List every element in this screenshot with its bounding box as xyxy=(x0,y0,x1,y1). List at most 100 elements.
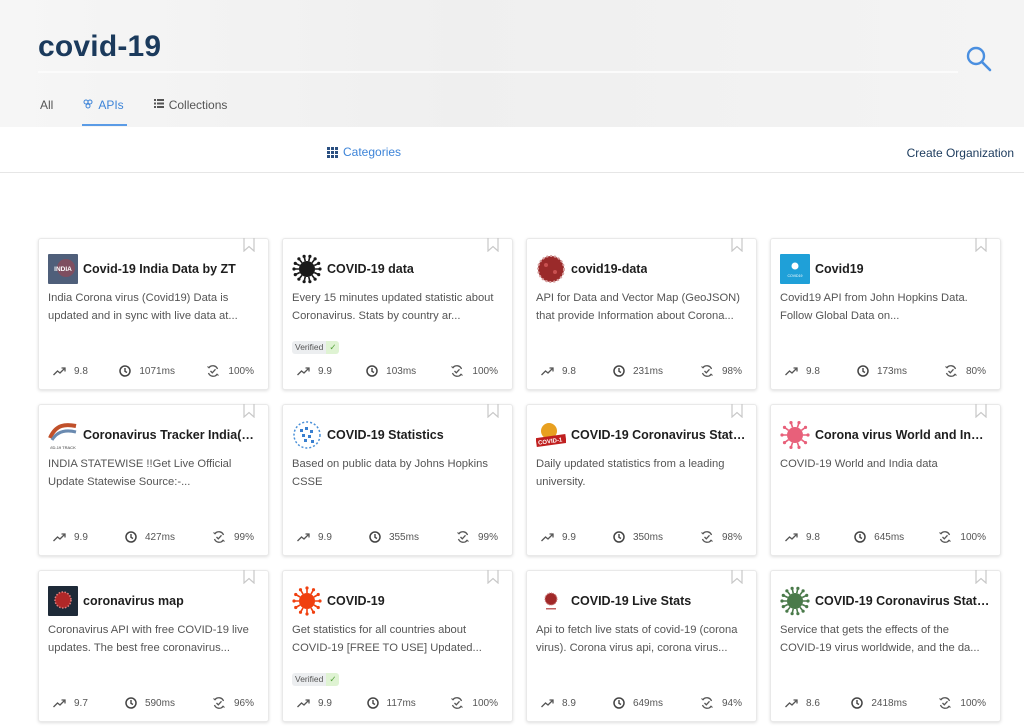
create-organization-link[interactable]: Create Organization xyxy=(907,146,1014,160)
api-description: API for Data and Vector Map (GeoJSON) th… xyxy=(536,292,740,322)
trending-up-icon xyxy=(53,532,66,541)
success-check-icon xyxy=(701,365,713,377)
dark-map-logo xyxy=(48,586,78,616)
api-title: Coronavirus Tracker India(Co... xyxy=(83,428,258,442)
bookmark-icon[interactable] xyxy=(487,404,499,419)
bookmark-icon[interactable] xyxy=(731,404,743,419)
success-rate-stat: 100% xyxy=(450,364,498,378)
api-title: COVID-19 Live Stats xyxy=(571,594,692,608)
api-card[interactable]: COVID-19 Get statistics for all countrie… xyxy=(282,570,513,722)
bookmark-icon[interactable] xyxy=(243,570,255,585)
popularity-stat: 9.8 xyxy=(785,366,820,377)
success-check-icon xyxy=(701,697,713,709)
black-virus-logo xyxy=(292,254,322,284)
popularity-stat: 9.7 xyxy=(53,698,88,709)
bookmark-icon[interactable] xyxy=(243,404,255,419)
api-card[interactable]: Corona virus World and India... COVID-19… xyxy=(770,404,1001,556)
clock-icon xyxy=(369,531,381,543)
popularity-stat: 8.9 xyxy=(541,698,576,709)
bookmark-icon[interactable] xyxy=(731,238,743,253)
dna-tracker-logo: /ID-19 TRACK xyxy=(48,420,78,450)
clock-icon xyxy=(125,697,137,709)
success-check-icon xyxy=(939,531,952,543)
popularity-stat: 9.9 xyxy=(297,698,332,709)
latency-stat: 173ms xyxy=(857,365,907,377)
popularity-value: 9.9 xyxy=(318,365,332,377)
svg-text:COVID19: COVID19 xyxy=(788,274,803,278)
popularity-value: 9.9 xyxy=(318,531,332,543)
latency-stat: 590ms xyxy=(125,697,175,709)
trending-up-icon xyxy=(541,366,554,375)
svg-text:/ID-19 TRACK: /ID-19 TRACK xyxy=(50,445,76,450)
api-card[interactable]: INDIA Covid-19 India Data by ZT India Co… xyxy=(38,238,269,390)
api-card[interactable]: covid19-data API for Data and Vector Map… xyxy=(526,238,757,390)
api-title: COVID-19 Coronavirus Stati... xyxy=(571,428,746,442)
tab-all[interactable]: All xyxy=(40,98,53,127)
trending-up-icon xyxy=(541,698,554,707)
api-description: Api to fetch live stats of covid-19 (cor… xyxy=(536,624,738,654)
tab-apis-label: APIs xyxy=(98,98,124,112)
bookmark-icon[interactable] xyxy=(487,238,499,253)
latency-stat: 1071ms xyxy=(119,365,175,377)
api-title: Covid19 xyxy=(815,262,864,276)
categories-label: Categories xyxy=(343,145,402,159)
popularity-value: 9.8 xyxy=(562,365,576,377)
api-card[interactable]: COVID-19 data Every 15 minutes updated s… xyxy=(282,238,513,390)
popularity-value: 9.8 xyxy=(806,365,820,377)
tab-all-label: All xyxy=(40,98,54,112)
api-description: Every 15 minutes updated statistic about… xyxy=(292,292,494,322)
api-stats: 9.8 645ms 100% xyxy=(785,530,986,544)
list-icon xyxy=(153,99,164,111)
bookmark-icon[interactable] xyxy=(975,238,987,253)
bookmark-icon[interactable] xyxy=(487,570,499,585)
blue-square-logo: COVID19 xyxy=(780,254,810,284)
success-check-icon xyxy=(701,531,713,543)
check-icon: ✓ xyxy=(326,341,340,354)
search-underline xyxy=(38,71,958,73)
tab-collections[interactable]: Collections xyxy=(153,98,227,127)
latency-value: 1071ms xyxy=(139,365,175,377)
verified-badge: Verified ✓ xyxy=(292,341,340,354)
svg-text:INDIA: INDIA xyxy=(54,266,72,273)
popularity-value: 9.9 xyxy=(318,697,332,709)
api-description: Daily updated statistics from a leading … xyxy=(536,458,725,488)
api-card[interactable]: coronavirus map Coronavirus API with fre… xyxy=(38,570,269,722)
search-input[interactable]: covid-19 xyxy=(38,30,161,64)
orange-virus-logo xyxy=(292,586,322,616)
api-title: Corona virus World and India... xyxy=(815,428,990,442)
tab-apis[interactable]: APIs xyxy=(82,98,128,127)
api-card[interactable]: /ID-19 TRACK Coronavirus Tracker India(C… xyxy=(38,404,269,556)
success-rate-value: 100% xyxy=(960,697,986,709)
api-stats: 9.8 173ms 80% xyxy=(785,364,986,378)
bookmark-icon[interactable] xyxy=(243,238,255,253)
api-card-grid: INDIA Covid-19 India Data by ZT India Co… xyxy=(38,238,1001,722)
success-rate-stat: 96% xyxy=(212,696,254,710)
success-rate-stat: 99% xyxy=(212,530,254,544)
api-card[interactable]: COVID-19 Coronavirus Stati... Service th… xyxy=(770,570,1001,722)
red-virus-logo xyxy=(536,254,566,284)
success-rate-stat: 98% xyxy=(700,364,742,378)
latency-value: 649ms xyxy=(632,697,663,709)
bookmark-icon[interactable] xyxy=(731,570,743,585)
api-description: INDIA STATEWISE !!Get Live Official Upda… xyxy=(48,458,232,488)
categories-button[interactable]: Categories xyxy=(327,145,401,159)
search-button[interactable] xyxy=(964,44,994,74)
verified-label: Verified xyxy=(292,341,327,354)
api-card[interactable]: COVID-19 Live Stats Api to fetch live st… xyxy=(526,570,757,722)
success-check-icon xyxy=(213,531,225,543)
bookmark-icon[interactable] xyxy=(975,570,987,585)
verified-label: Verified xyxy=(292,673,327,686)
api-description: Coronavirus API with free COVID-19 live … xyxy=(48,624,249,654)
bookmark-icon[interactable] xyxy=(975,404,987,419)
api-card[interactable]: COVID-1 COVID-19 Coronavirus Stati... Da… xyxy=(526,404,757,556)
api-title: coronavirus map xyxy=(83,594,184,608)
success-rate-value: 100% xyxy=(472,697,498,709)
api-card[interactable]: COVID-19 Statistics Based on public data… xyxy=(282,404,513,556)
api-card[interactable]: COVID19 Covid19 Covid19 API from John Ho… xyxy=(770,238,1001,390)
latency-stat: 427ms xyxy=(125,531,175,543)
api-title: COVID-19 xyxy=(327,594,385,608)
popularity-value: 9.9 xyxy=(562,531,576,543)
popularity-stat: 9.8 xyxy=(53,366,88,377)
clock-icon xyxy=(613,697,625,709)
green-virus-logo xyxy=(780,586,810,616)
